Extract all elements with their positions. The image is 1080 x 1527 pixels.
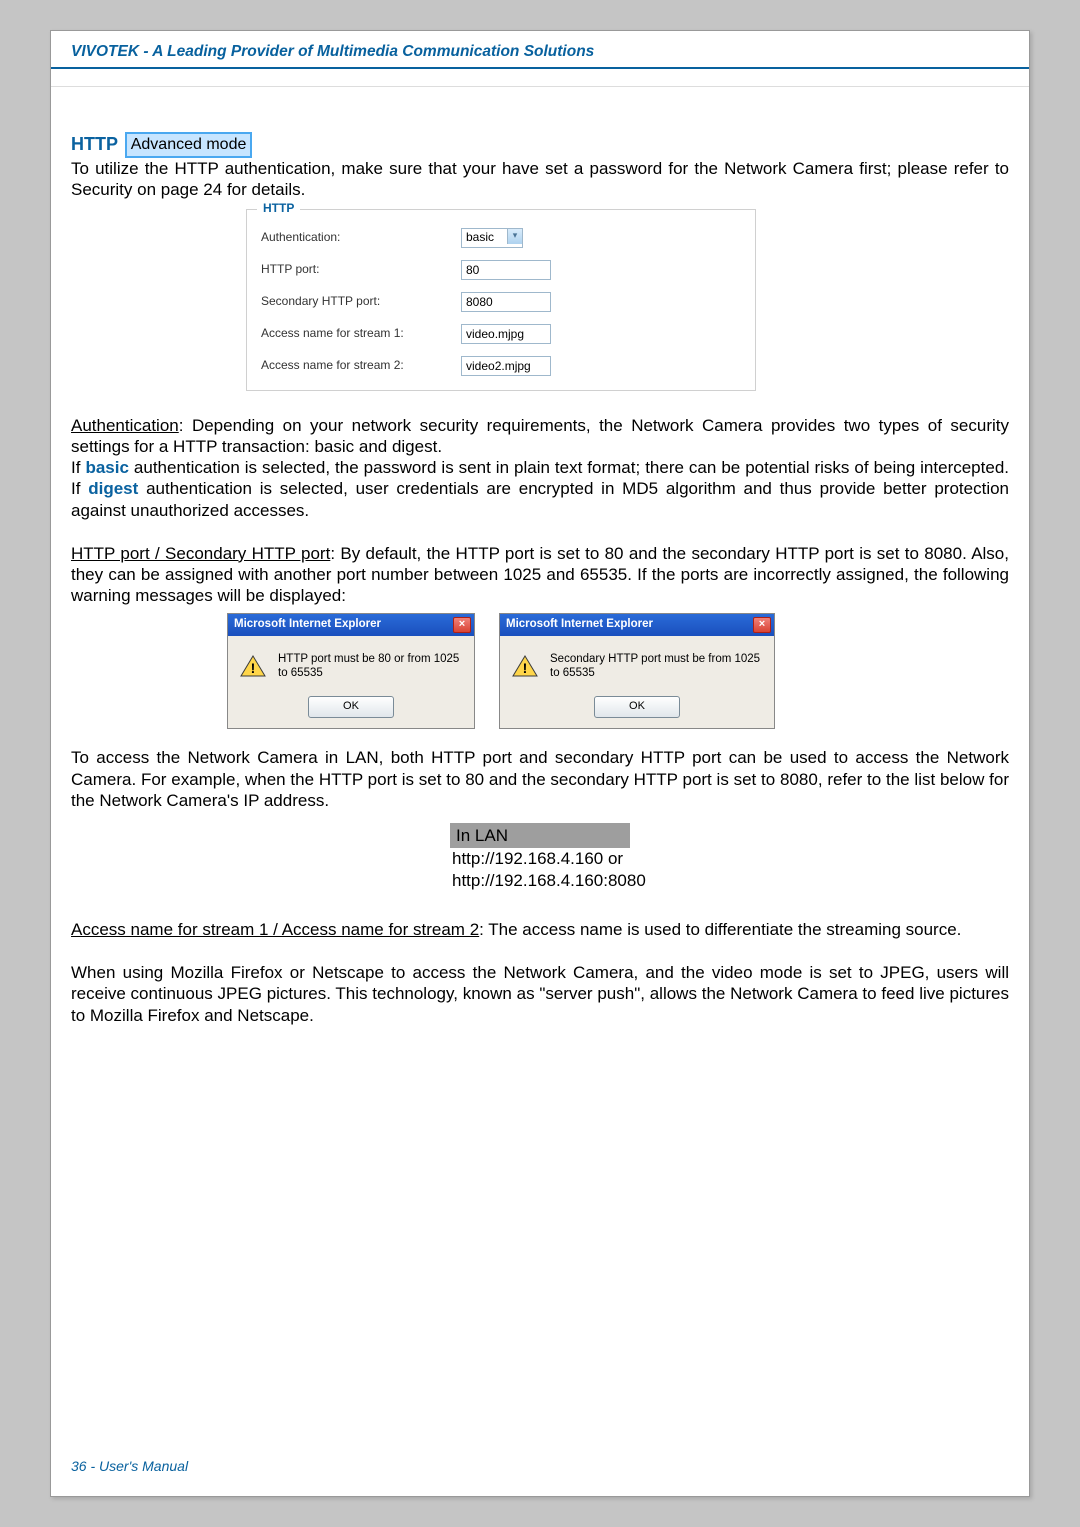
row-secondary-http-port: Secondary HTTP port: — [261, 292, 743, 312]
page-header: VIVOTEK - A Leading Provider of Multimed… — [51, 31, 1029, 69]
row-http-port: HTTP port: — [261, 260, 743, 280]
access-lead: Access name for stream 1 / Access name f… — [71, 920, 479, 939]
page-footer: 36 - User's Manual — [71, 1458, 188, 1474]
dialog-titlebar: Microsoft Internet Explorer × — [228, 614, 474, 636]
ok-button[interactable]: OK — [594, 696, 680, 718]
access-paragraph: Access name for stream 1 / Access name f… — [71, 919, 1009, 940]
dialog-title-text: Microsoft Internet Explorer — [234, 617, 381, 631]
row-stream1: Access name for stream 1: — [261, 324, 743, 344]
intro-paragraph: To utilize the HTTP authentication, make… — [71, 158, 1009, 201]
dialog-body: ! HTTP port must be 80 or from 1025 to 6… — [228, 636, 474, 729]
label-http-port: HTTP port: — [261, 262, 461, 277]
secondary-http-port-input[interactable] — [461, 292, 551, 312]
dialog-http-port-warning: Microsoft Internet Explorer × ! HTTP por… — [227, 613, 475, 730]
warning-icon: ! — [512, 655, 538, 677]
ports-lead: HTTP port / Secondary HTTP port — [71, 544, 330, 563]
dialog-body: ! Secondary HTTP port must be from 1025 … — [500, 636, 774, 729]
label-stream2: Access name for stream 2: — [261, 358, 461, 373]
auth-paragraph: Authentication: Depending on your networ… — [71, 415, 1009, 521]
section-title: HTTP — [71, 134, 118, 154]
svg-text:!: ! — [523, 660, 528, 676]
dialog-secondary-port-warning: Microsoft Internet Explorer × ! Secondar… — [499, 613, 775, 730]
keyword-basic: basic — [85, 458, 128, 477]
lan-url-1: http://192.168.4.160 or — [452, 848, 630, 869]
warning-icon: ! — [240, 655, 266, 677]
label-secondary-http-port: Secondary HTTP port: — [261, 294, 461, 309]
lan-table: In LAN http://192.168.4.160 or http://19… — [450, 823, 630, 891]
http-settings-panel: HTTP Authentication: basic ▾ HTTP port: … — [246, 209, 756, 391]
firefox-paragraph: When using Mozilla Firefox or Netscape t… — [71, 962, 1009, 1026]
row-authentication: Authentication: basic ▾ — [261, 228, 743, 248]
stream2-input[interactable] — [461, 356, 551, 376]
dialog-titlebar: Microsoft Internet Explorer × — [500, 614, 774, 636]
lan-intro-paragraph: To access the Network Camera in LAN, bot… — [71, 747, 1009, 811]
lan-table-body: http://192.168.4.160 or http://192.168.4… — [450, 848, 630, 891]
row-stream2: Access name for stream 2: — [261, 356, 743, 376]
auth-lead: Authentication — [71, 416, 179, 435]
ports-paragraph: HTTP port / Secondary HTTP port: By defa… — [71, 543, 1009, 607]
ok-button[interactable]: OK — [308, 696, 394, 718]
section-heading: HTTP Advanced mode — [71, 132, 1009, 158]
advanced-mode-badge: Advanced mode — [125, 132, 253, 158]
authentication-select[interactable]: basic ▾ — [461, 228, 523, 248]
label-authentication: Authentication: — [261, 230, 461, 245]
lan-table-head: In LAN — [450, 823, 630, 848]
chevron-down-icon: ▾ — [507, 229, 522, 244]
dialog-message: HTTP port must be 80 or from 1025 to 655… — [278, 652, 464, 681]
close-icon[interactable]: × — [753, 617, 771, 633]
header-divider — [51, 69, 1029, 87]
http-port-input[interactable] — [461, 260, 551, 280]
lan-url-2: http://192.168.4.160:8080 — [452, 870, 630, 891]
svg-text:!: ! — [251, 660, 256, 676]
page-content: HTTP Advanced mode To utilize the HTTP a… — [51, 87, 1029, 1026]
http-legend: HTTP — [257, 201, 300, 216]
keyword-digest: digest — [88, 479, 138, 498]
close-icon[interactable]: × — [453, 617, 471, 633]
page: VIVOTEK - A Leading Provider of Multimed… — [50, 30, 1030, 1497]
dialog-title-text: Microsoft Internet Explorer — [506, 617, 653, 631]
dialog-message: Secondary HTTP port must be from 1025 to… — [550, 652, 764, 681]
authentication-value: basic — [466, 230, 494, 245]
label-stream1: Access name for stream 1: — [261, 326, 461, 341]
dialog-examples: Microsoft Internet Explorer × ! HTTP por… — [227, 613, 1009, 730]
stream1-input[interactable] — [461, 324, 551, 344]
header-brand: VIVOTEK - A Leading Provider of Multimed… — [71, 43, 594, 60]
